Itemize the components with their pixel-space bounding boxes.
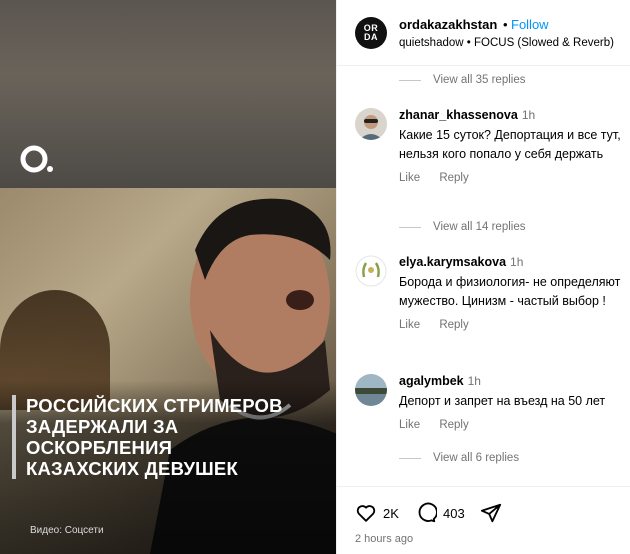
- reply-line: [399, 226, 421, 228]
- like-comment-button[interactable]: Like: [399, 419, 420, 431]
- commenter-avatar[interactable]: [355, 374, 387, 406]
- commenter-avatar[interactable]: [355, 108, 387, 140]
- like-button[interactable]: 2K: [355, 502, 399, 524]
- share-button[interactable]: [480, 502, 508, 524]
- comment-username[interactable]: zhanar_khassenova: [399, 108, 518, 122]
- post-timestamp: 2 hours ago: [355, 533, 414, 545]
- post-sidebar: OR DA ordakazakhstan • Follow quietshado…: [336, 0, 630, 554]
- header-separator: •: [503, 17, 508, 32]
- commenter-avatar[interactable]: [355, 255, 387, 287]
- view-replies-button[interactable]: View all 35 replies: [399, 74, 525, 86]
- orda-logo-icon: [20, 145, 53, 173]
- view-replies-label: View all 14 replies: [433, 221, 526, 233]
- comment-text: Борода и физиология- не определяют мужес…: [399, 275, 621, 308]
- likes-count: 2K: [383, 505, 399, 521]
- comments-list[interactable]: View all 35 replies zhanar_khassenova 1h …: [337, 66, 630, 486]
- comment-button[interactable]: 403: [415, 502, 465, 524]
- headline-line: казахских девушек: [26, 458, 238, 479]
- comment-text: Какие 15 суток? Депортация и все тут, не…: [399, 128, 621, 161]
- avatar-text: DA: [364, 32, 378, 42]
- comment-time: 1h: [510, 255, 524, 269]
- like-comment-button[interactable]: Like: [399, 319, 420, 331]
- comment-time: 1h: [467, 374, 481, 388]
- reply-button[interactable]: Reply: [439, 172, 468, 184]
- heart-icon: [356, 505, 376, 522]
- post-header: OR DA ordakazakhstan • Follow quietshado…: [337, 0, 630, 66]
- comment-username[interactable]: agalymbek: [399, 374, 464, 388]
- comment-time: 1h: [521, 108, 536, 122]
- account-avatar[interactable]: OR DA: [355, 17, 387, 49]
- comment-text: Депорт и запрет на въезд на 50 лет: [399, 394, 606, 408]
- headline-line: задержали за оскорбления: [26, 416, 179, 458]
- send-icon: [480, 503, 502, 523]
- comment-username[interactable]: elya.karymsakova: [399, 255, 506, 269]
- reel-video[interactable]: Российских стримеров задержали за оскорб…: [0, 0, 336, 554]
- video-credit: Видео: Соцсети: [30, 525, 104, 536]
- headline-line: Российских стримеров: [26, 395, 283, 416]
- comment-bubble-icon: [418, 502, 437, 523]
- follow-button[interactable]: Follow: [511, 17, 549, 32]
- reply-line: [399, 457, 421, 459]
- view-replies-button[interactable]: View all 14 replies: [399, 221, 525, 233]
- like-comment-button[interactable]: Like: [399, 172, 420, 184]
- reply-button[interactable]: Reply: [439, 419, 468, 431]
- audio-track-link[interactable]: quietshadow • FOCUS (Slowed & Reverb): [399, 37, 614, 49]
- comments-count: 403: [443, 505, 465, 521]
- view-replies-label: View all 6 replies: [433, 452, 520, 464]
- view-replies-label: View all 35 replies: [433, 74, 526, 86]
- post-actions-bar: 2K 403 2 hours ago: [337, 486, 630, 554]
- view-replies-button[interactable]: View all 6 replies: [399, 452, 519, 464]
- video-headline: Российских стримеров задержали за оскорб…: [12, 395, 327, 479]
- reply-line: [399, 79, 421, 81]
- reply-button[interactable]: Reply: [439, 319, 468, 331]
- account-name[interactable]: ordakazakhstan: [399, 17, 497, 32]
